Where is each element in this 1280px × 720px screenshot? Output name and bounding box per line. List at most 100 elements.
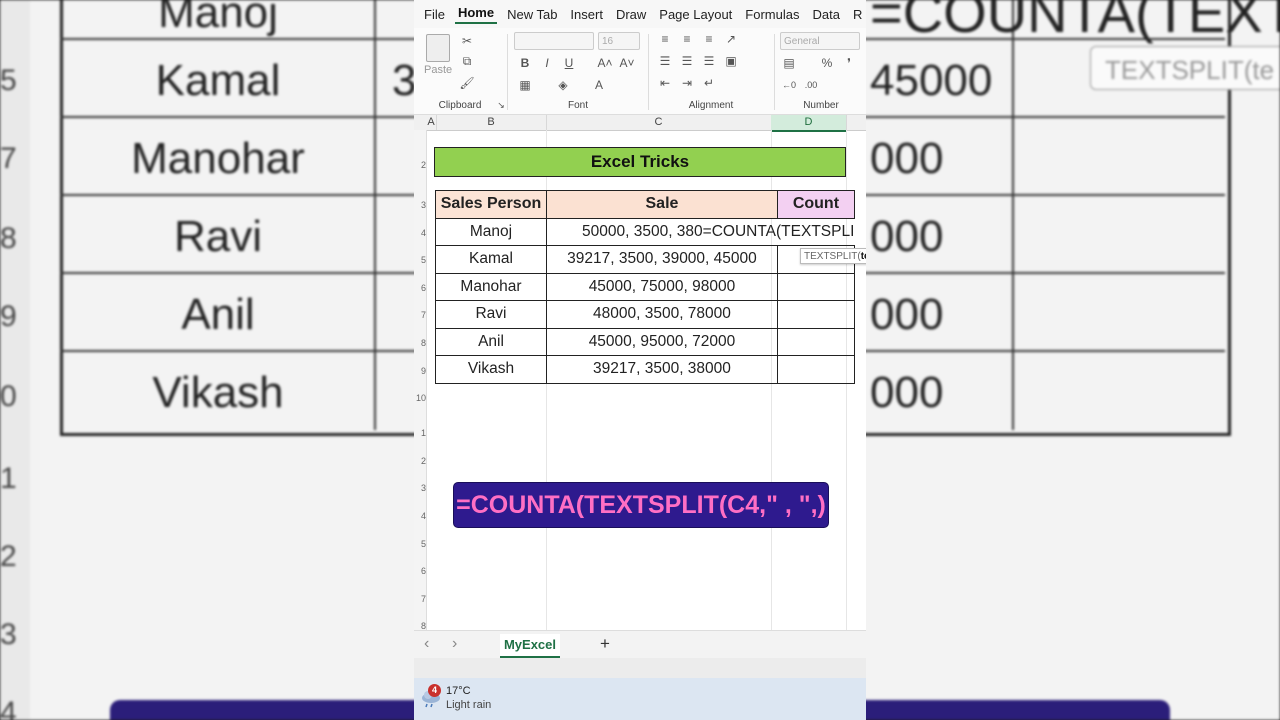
- header-sale[interactable]: Sale: [546, 190, 778, 219]
- tooltip-argument: te: [860, 251, 866, 262]
- tab-insert[interactable]: Insert: [567, 7, 606, 22]
- cell-person[interactable]: Kamal: [435, 245, 547, 274]
- currency-icon[interactable]: ▤: [780, 54, 798, 72]
- table-row: Anil 45000, 95000, 72000: [435, 327, 855, 356]
- row-number[interactable]: 7: [414, 310, 426, 320]
- tab-new-tab[interactable]: New Tab: [504, 7, 560, 22]
- column-header-d[interactable]: D: [771, 115, 847, 132]
- align-top-icon[interactable]: ≡: [656, 30, 674, 48]
- bg-name: Kamal: [155, 56, 281, 105]
- cell-sale[interactable]: 45000, 75000, 98000: [546, 272, 778, 301]
- row-number[interactable]: 2: [414, 456, 426, 466]
- cell-person[interactable]: Manohar: [435, 272, 547, 301]
- borders-icon[interactable]: ▦: [516, 76, 534, 94]
- row-number[interactable]: 5: [414, 539, 426, 549]
- next-sheet-icon[interactable]: ›: [452, 635, 457, 653]
- bg-row-number: 8: [0, 222, 17, 255]
- prev-sheet-icon[interactable]: ‹: [424, 635, 429, 653]
- sheet-tab-myexcel[interactable]: MyExcel: [500, 634, 560, 658]
- cut-icon[interactable]: ✂: [458, 32, 476, 50]
- align-right-icon[interactable]: ☰: [700, 52, 718, 70]
- increase-indent-icon[interactable]: ⇥: [678, 74, 696, 92]
- ribbon-separator: [507, 34, 508, 110]
- header-sales-person[interactable]: Sales Person: [435, 190, 547, 219]
- format-painter-icon[interactable]: 🖌: [458, 74, 476, 92]
- column-header-c[interactable]: C: [546, 115, 772, 130]
- column-headers: A B C D: [414, 115, 866, 132]
- cell-count[interactable]: [776, 355, 855, 384]
- table-row: Manohar 45000, 75000, 98000: [435, 272, 855, 301]
- row-number[interactable]: 4: [414, 511, 426, 521]
- row-number[interactable]: 2: [414, 160, 426, 170]
- underline-icon[interactable]: U: [560, 54, 578, 72]
- align-left-icon[interactable]: ☰: [656, 52, 674, 70]
- row-number[interactable]: 3: [414, 200, 426, 210]
- bg-row-number: 3: [0, 618, 17, 651]
- cell-person[interactable]: Anil: [435, 327, 547, 356]
- row-number[interactable]: 3: [414, 483, 426, 493]
- decrease-indent-icon[interactable]: ⇤: [656, 74, 674, 92]
- add-sheet-button[interactable]: +: [600, 634, 610, 654]
- decrease-decimal-icon[interactable]: .00: [802, 76, 820, 94]
- decrease-font-icon[interactable]: A˅: [618, 54, 636, 72]
- font-name-dropdown[interactable]: [514, 32, 594, 50]
- font-color-icon[interactable]: A: [590, 76, 608, 94]
- row-number[interactable]: 4: [414, 228, 426, 238]
- cell-sale[interactable]: 39217, 3500, 38000: [546, 355, 778, 384]
- row-number[interactable]: 1: [414, 428, 426, 438]
- tab-page-layout[interactable]: Page Layout: [656, 7, 735, 22]
- cell-sale[interactable]: 48000, 3500, 78000: [546, 300, 778, 329]
- row-number[interactable]: 9: [414, 366, 426, 376]
- align-bottom-icon[interactable]: ≡: [700, 30, 718, 48]
- paste-icon[interactable]: [426, 34, 450, 62]
- paste-button[interactable]: Paste: [424, 64, 452, 76]
- cell-person[interactable]: Ravi: [435, 300, 547, 329]
- align-middle-icon[interactable]: ≡: [678, 30, 696, 48]
- cell-count[interactable]: [776, 272, 855, 301]
- tab-data[interactable]: Data: [809, 7, 842, 22]
- bg-sale-fragment: 3: [392, 56, 417, 105]
- cell-count[interactable]: [776, 300, 855, 329]
- tab-draw[interactable]: Draw: [613, 7, 649, 22]
- tab-file[interactable]: File: [421, 7, 448, 22]
- row-number[interactable]: 7: [414, 594, 426, 604]
- bg-row-number: 9: [0, 300, 17, 333]
- tab-formulas[interactable]: Formulas: [742, 7, 802, 22]
- italic-icon[interactable]: I: [538, 54, 556, 72]
- sheet-title[interactable]: Excel Tricks: [434, 147, 846, 177]
- number-format-dropdown[interactable]: General: [780, 32, 860, 50]
- header-count[interactable]: Count: [776, 190, 855, 219]
- percent-icon[interactable]: %: [818, 54, 836, 72]
- wrap-text-icon[interactable]: ↵: [700, 74, 718, 92]
- row-number[interactable]: 6: [414, 566, 426, 576]
- cell-count[interactable]: [776, 327, 855, 356]
- weather-temperature[interactable]: 17°C: [446, 685, 471, 697]
- bold-icon[interactable]: B: [516, 54, 534, 72]
- comma-icon[interactable]: ❜: [840, 54, 858, 72]
- function-tooltip[interactable]: TEXTSPLIT(te: [800, 248, 866, 264]
- copy-icon[interactable]: ⧉: [458, 52, 476, 70]
- row-number[interactable]: 6: [414, 283, 426, 293]
- orientation-icon[interactable]: ↗: [722, 30, 740, 48]
- bg-count-value: 000: [870, 290, 944, 339]
- cell-sale[interactable]: 45000, 95000, 72000: [546, 327, 778, 356]
- weather-condition[interactable]: Light rain: [446, 699, 491, 711]
- row-number[interactable]: 10: [414, 393, 426, 403]
- fill-color-icon[interactable]: ◈: [554, 76, 572, 94]
- tab-review[interactable]: R: [850, 7, 865, 22]
- cell-person[interactable]: Manoj: [435, 217, 547, 246]
- merge-icon[interactable]: ▣: [722, 52, 740, 70]
- tab-home[interactable]: Home: [454, 5, 498, 24]
- increase-decimal-icon[interactable]: ←0: [780, 76, 798, 94]
- cell-sale-editing[interactable]: 50000, 3500, 380=COUNTA(TEXTSPLI: [546, 217, 855, 246]
- clipboard-group: Paste ✂ ⧉ 🖌 Clipboard ↘: [414, 28, 506, 114]
- font-size-dropdown[interactable]: 16: [598, 32, 640, 50]
- align-center-icon[interactable]: ☰: [678, 52, 696, 70]
- column-header-b[interactable]: B: [436, 115, 547, 130]
- increase-font-icon[interactable]: A˄: [596, 54, 614, 72]
- cell-person[interactable]: Vikash: [435, 355, 547, 384]
- row-number[interactable]: 5: [414, 255, 426, 265]
- bg-row-number: 7: [0, 142, 17, 175]
- row-number[interactable]: 8: [414, 338, 426, 348]
- cell-sale[interactable]: 39217, 3500, 39000, 45000: [546, 245, 778, 274]
